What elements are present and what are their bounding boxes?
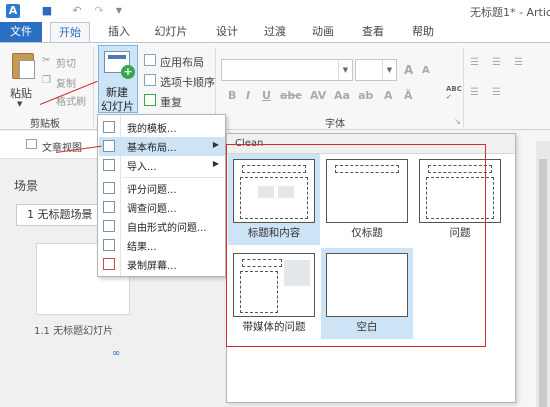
new-slide-button[interactable]: + 新建 幻灯片 — [98, 45, 138, 113]
strikethrough-icon[interactable]: abc — [280, 89, 302, 102]
apply-layout-icon — [144, 54, 156, 66]
undo-icon[interactable]: ↶ — [70, 4, 84, 18]
link-icon: ∞ — [112, 348, 121, 359]
submenu-arrow-icon: ▶ — [212, 159, 219, 168]
menu-item-label: 调查问题... — [127, 204, 177, 215]
paste-label: 粘贴 — [10, 87, 32, 100]
plus-icon: + — [121, 65, 135, 79]
ribbon-separator — [93, 47, 94, 127]
tab-insert[interactable]: 插入 — [104, 22, 134, 42]
tab-help[interactable]: 帮助 — [408, 22, 438, 42]
paste-button[interactable]: 粘贴 ▼ — [2, 45, 38, 111]
layout-icon — [103, 140, 115, 152]
tab-slides[interactable]: 幻灯片 — [150, 22, 192, 42]
scrollbar-thumb[interactable] — [539, 159, 547, 407]
menu-item-label: 导入... — [127, 162, 157, 173]
menu-item-import[interactable]: 导入... ▶ — [99, 156, 225, 175]
menu-item-label: 基本布局... — [127, 143, 177, 154]
graded-question-icon — [103, 182, 115, 194]
paste-dropdown-icon: ▼ — [17, 100, 23, 108]
font-size-combo[interactable]: ▼ — [355, 59, 397, 81]
tab-design[interactable]: 设计 — [212, 22, 242, 42]
tab-file[interactable]: 文件 — [0, 22, 42, 42]
title-bar: A ■ ↶ ↷ ▼ 无标题1* - Articu — [0, 0, 550, 22]
align-left-icon[interactable]: ☰ — [470, 87, 479, 98]
new-slide-label-2: 幻灯片 — [101, 100, 134, 113]
ribbon-separator — [463, 47, 464, 127]
window-title: 无标题1* - Articu — [470, 6, 550, 19]
ribbon-tabs: 文件 开始 插入 幻灯片 设计 过渡 动画 查看 帮助 — [0, 22, 550, 43]
menu-item-freeform-question[interactable]: 自由形式的问题... — [99, 217, 225, 236]
menu-item-label: 自由形式的问题... — [127, 223, 207, 234]
highlight-icon[interactable]: ab — [358, 89, 373, 102]
clipboard-group-label: 剪贴板 — [30, 119, 60, 130]
app-logo-icon: A — [6, 4, 20, 18]
menu-item-basic-layouts[interactable]: 基本布局... ▶ — [99, 137, 225, 156]
numbering-icon[interactable]: ☰ — [492, 57, 501, 68]
menu-item-survey-question[interactable]: 调查问题... — [99, 198, 225, 217]
bullets-icon[interactable]: ☰ — [470, 57, 479, 68]
paste-icon — [12, 53, 35, 79]
submenu-arrow-icon: ▶ — [212, 140, 219, 149]
customize-qat-icon[interactable]: ▼ — [112, 4, 126, 18]
story-view-icon — [26, 139, 37, 149]
copy-button[interactable]: 复制 — [56, 75, 76, 90]
font-dialog-launcher-icon[interactable]: ↘ — [454, 117, 461, 126]
shrink-font-icon[interactable]: A — [422, 65, 430, 76]
menu-item-record-screen[interactable]: 录制屏幕... — [99, 255, 225, 274]
font-group-label: 字体 — [325, 119, 345, 130]
menu-item-label: 录制屏幕... — [127, 261, 177, 272]
menu-item-label: 结果... — [127, 242, 157, 253]
font-color-icon[interactable]: A — [384, 89, 393, 102]
menu-item-label: 我的模板... — [127, 124, 177, 135]
menu-item-result[interactable]: 结果... — [99, 236, 225, 255]
template-icon — [103, 121, 115, 133]
cut-icon: ✂ — [42, 55, 51, 66]
survey-question-icon — [103, 201, 115, 213]
record-screen-icon — [103, 258, 115, 270]
align-center-icon[interactable]: ☰ — [492, 87, 501, 98]
chevron-down-icon: ▼ — [338, 60, 352, 80]
copy-icon: ❐ — [42, 75, 51, 86]
indent-icon[interactable]: ☰ — [514, 57, 523, 68]
annotation-highlight-box — [226, 144, 486, 347]
spellcheck-icon[interactable]: ABC ✓ — [446, 85, 462, 101]
italic-icon[interactable]: I — [246, 89, 250, 102]
slide-label: 1.1 无标题幻灯片 — [34, 326, 114, 337]
clear-format-icon[interactable]: Ä — [404, 89, 413, 102]
cut-button[interactable]: 剪切 — [56, 55, 76, 70]
grow-font-icon[interactable]: A — [404, 63, 413, 77]
change-case-icon[interactable]: Aa — [334, 89, 350, 102]
scene-item[interactable]: 1 无标题场景 — [16, 204, 100, 226]
duplicate-button[interactable]: 重复 — [160, 94, 182, 110]
tab-view[interactable]: 查看 — [358, 22, 388, 42]
save-icon[interactable]: ■ — [40, 4, 54, 18]
result-icon — [103, 239, 115, 251]
tab-transitions[interactable]: 过渡 — [260, 22, 290, 42]
tab-home[interactable]: 开始 — [50, 22, 90, 43]
menu-item-label: 评分问题... — [127, 185, 177, 196]
tab-order-button[interactable]: 选项卡顺序 — [160, 74, 215, 90]
freeform-question-icon — [103, 220, 115, 232]
scene-title: 场景 — [14, 179, 39, 193]
menu-item-my-templates[interactable]: 我的模板... — [99, 118, 225, 137]
apply-layout-button[interactable]: 应用布局 — [160, 54, 204, 70]
tab-order-icon — [144, 74, 156, 86]
font-family-combo[interactable]: ▼ — [221, 59, 353, 81]
underline-icon[interactable]: U — [262, 89, 271, 102]
character-spacing-icon[interactable]: AV — [310, 89, 326, 102]
chevron-down-icon: ▼ — [382, 60, 396, 80]
duplicate-icon — [144, 94, 156, 106]
new-slide-menu: 我的模板... 基本布局... ▶ 导入... ▶ 评分问题... 调查问题..… — [97, 114, 226, 277]
scrollbar[interactable] — [536, 141, 550, 407]
menu-divider — [122, 177, 224, 178]
bold-icon[interactable]: B — [228, 89, 236, 102]
redo-icon[interactable]: ↷ — [92, 4, 106, 18]
import-icon — [103, 159, 115, 171]
tab-animations[interactable]: 动画 — [308, 22, 338, 42]
menu-item-graded-question[interactable]: 评分问题... — [99, 179, 225, 198]
